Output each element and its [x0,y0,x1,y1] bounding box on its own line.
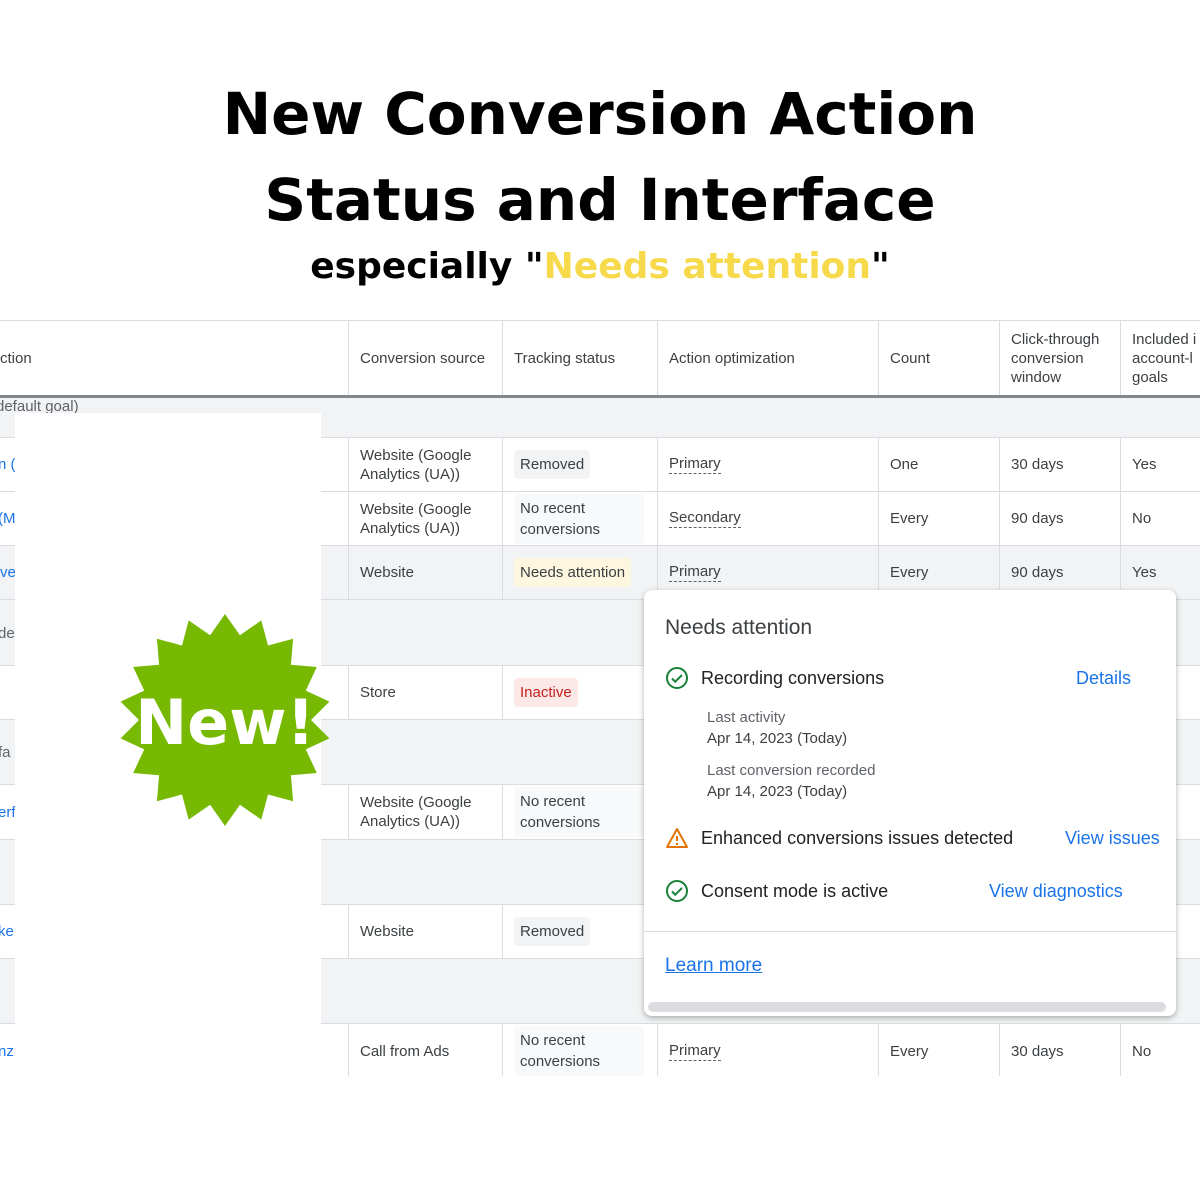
conversion-source: Website (Google Analytics (UA)) [348,785,502,839]
enhanced-conversions-item: Enhanced conversions issues detected [665,826,1013,850]
conversion-source: Website [348,546,502,599]
last-conversion-label: Last conversion recorded [707,762,876,779]
optimization-value[interactable]: Primary [669,455,721,474]
heading-line-1: New Conversion Action [222,80,978,148]
window-value: 30 days [999,438,1120,491]
horizontal-scrollbar[interactable] [648,1002,1166,1012]
recording-label: Recording conversions [701,667,885,688]
check-circle-icon [666,667,688,689]
learn-more-link[interactable]: Learn more [665,955,762,977]
included-value: No [1120,1024,1200,1076]
check-circle-icon [666,880,688,902]
header-included-in-goals[interactable]: Included i account-l goals [1120,321,1200,395]
enhanced-label: Enhanced conversions issues detected [701,827,1014,848]
group-label: fa [0,744,11,761]
last-conversion: Last conversion recorded Apr 14, 2023 (T… [707,760,875,802]
subtitle-prefix: especially " [310,246,544,287]
warning-triangle-icon [666,828,688,848]
view-issues-link[interactable]: View issues [1065,828,1160,849]
last-activity-label: Last activity [707,709,786,726]
needs-attention-popup: Needs attention Recording conversions De… [644,590,1176,1016]
window-value: 90 days [999,492,1120,545]
status-badge-needs-attention[interactable]: Needs attention [514,558,632,587]
consent-label: Consent mode is active [701,880,889,901]
conversion-source: Website (Google Analytics (UA)) [348,438,502,491]
subtitle-suffix: " [871,246,890,287]
status-badge[interactable]: No recent conversions [514,787,644,837]
status-badge[interactable]: Removed [514,450,591,479]
last-activity-value: Apr 14, 2023 (Today) [707,730,848,747]
status-badge[interactable]: Removed [514,917,591,946]
last-activity: Last activity Apr 14, 2023 (Today) [707,707,847,749]
group-label: de [0,625,15,642]
consent-mode-item: Consent mode is active [665,879,888,903]
optimization-value[interactable]: Primary [669,563,721,582]
view-diagnostics-link[interactable]: View diagnostics [989,881,1123,902]
table-header: ction Conversion source Tracking status … [0,320,1200,398]
status-badge[interactable]: No recent conversions [514,1026,644,1076]
badge-text: New! [135,686,315,759]
optimization-value[interactable]: Secondary [669,509,741,528]
new-badge: New! [120,614,330,826]
included-value: No [1120,492,1200,545]
subtitle-highlight: Needs attention [543,246,872,287]
status-badge-inactive[interactable]: Inactive [514,678,578,707]
subtitle: especially "Needs attention" [0,246,1200,287]
count-value: Every [878,1024,999,1076]
last-conversion-value: Apr 14, 2023 (Today) [707,783,848,800]
conversion-source: Call from Ads [348,1024,502,1076]
status-badge[interactable]: No recent conversions [514,493,644,544]
popup-title: Needs attention [665,616,813,639]
optimization-value[interactable]: Primary [669,1042,721,1061]
divider [644,931,1176,932]
conversion-source: Website [348,905,502,958]
included-value: Yes [1120,438,1200,491]
header-tracking-status[interactable]: Tracking status [502,321,657,395]
conversion-source: Website (Google Analytics (UA)) [348,492,502,545]
header-action-optimization[interactable]: Action optimization [657,321,878,395]
details-link[interactable]: Details [1076,668,1131,689]
heading-line-2: Status and Interface [264,166,936,234]
header-count[interactable]: Count [878,321,999,395]
count-value: Every [878,492,999,545]
header-conversion-action[interactable]: ction [0,321,348,395]
recording-conversions-item: Recording conversions [665,666,884,690]
header-conversion-source[interactable]: Conversion source [348,321,502,395]
header-click-through-window[interactable]: Click-through conversion window [999,321,1120,395]
window-value: 30 days [999,1024,1120,1076]
conversion-source: Store [348,666,502,719]
count-value: One [878,438,999,491]
